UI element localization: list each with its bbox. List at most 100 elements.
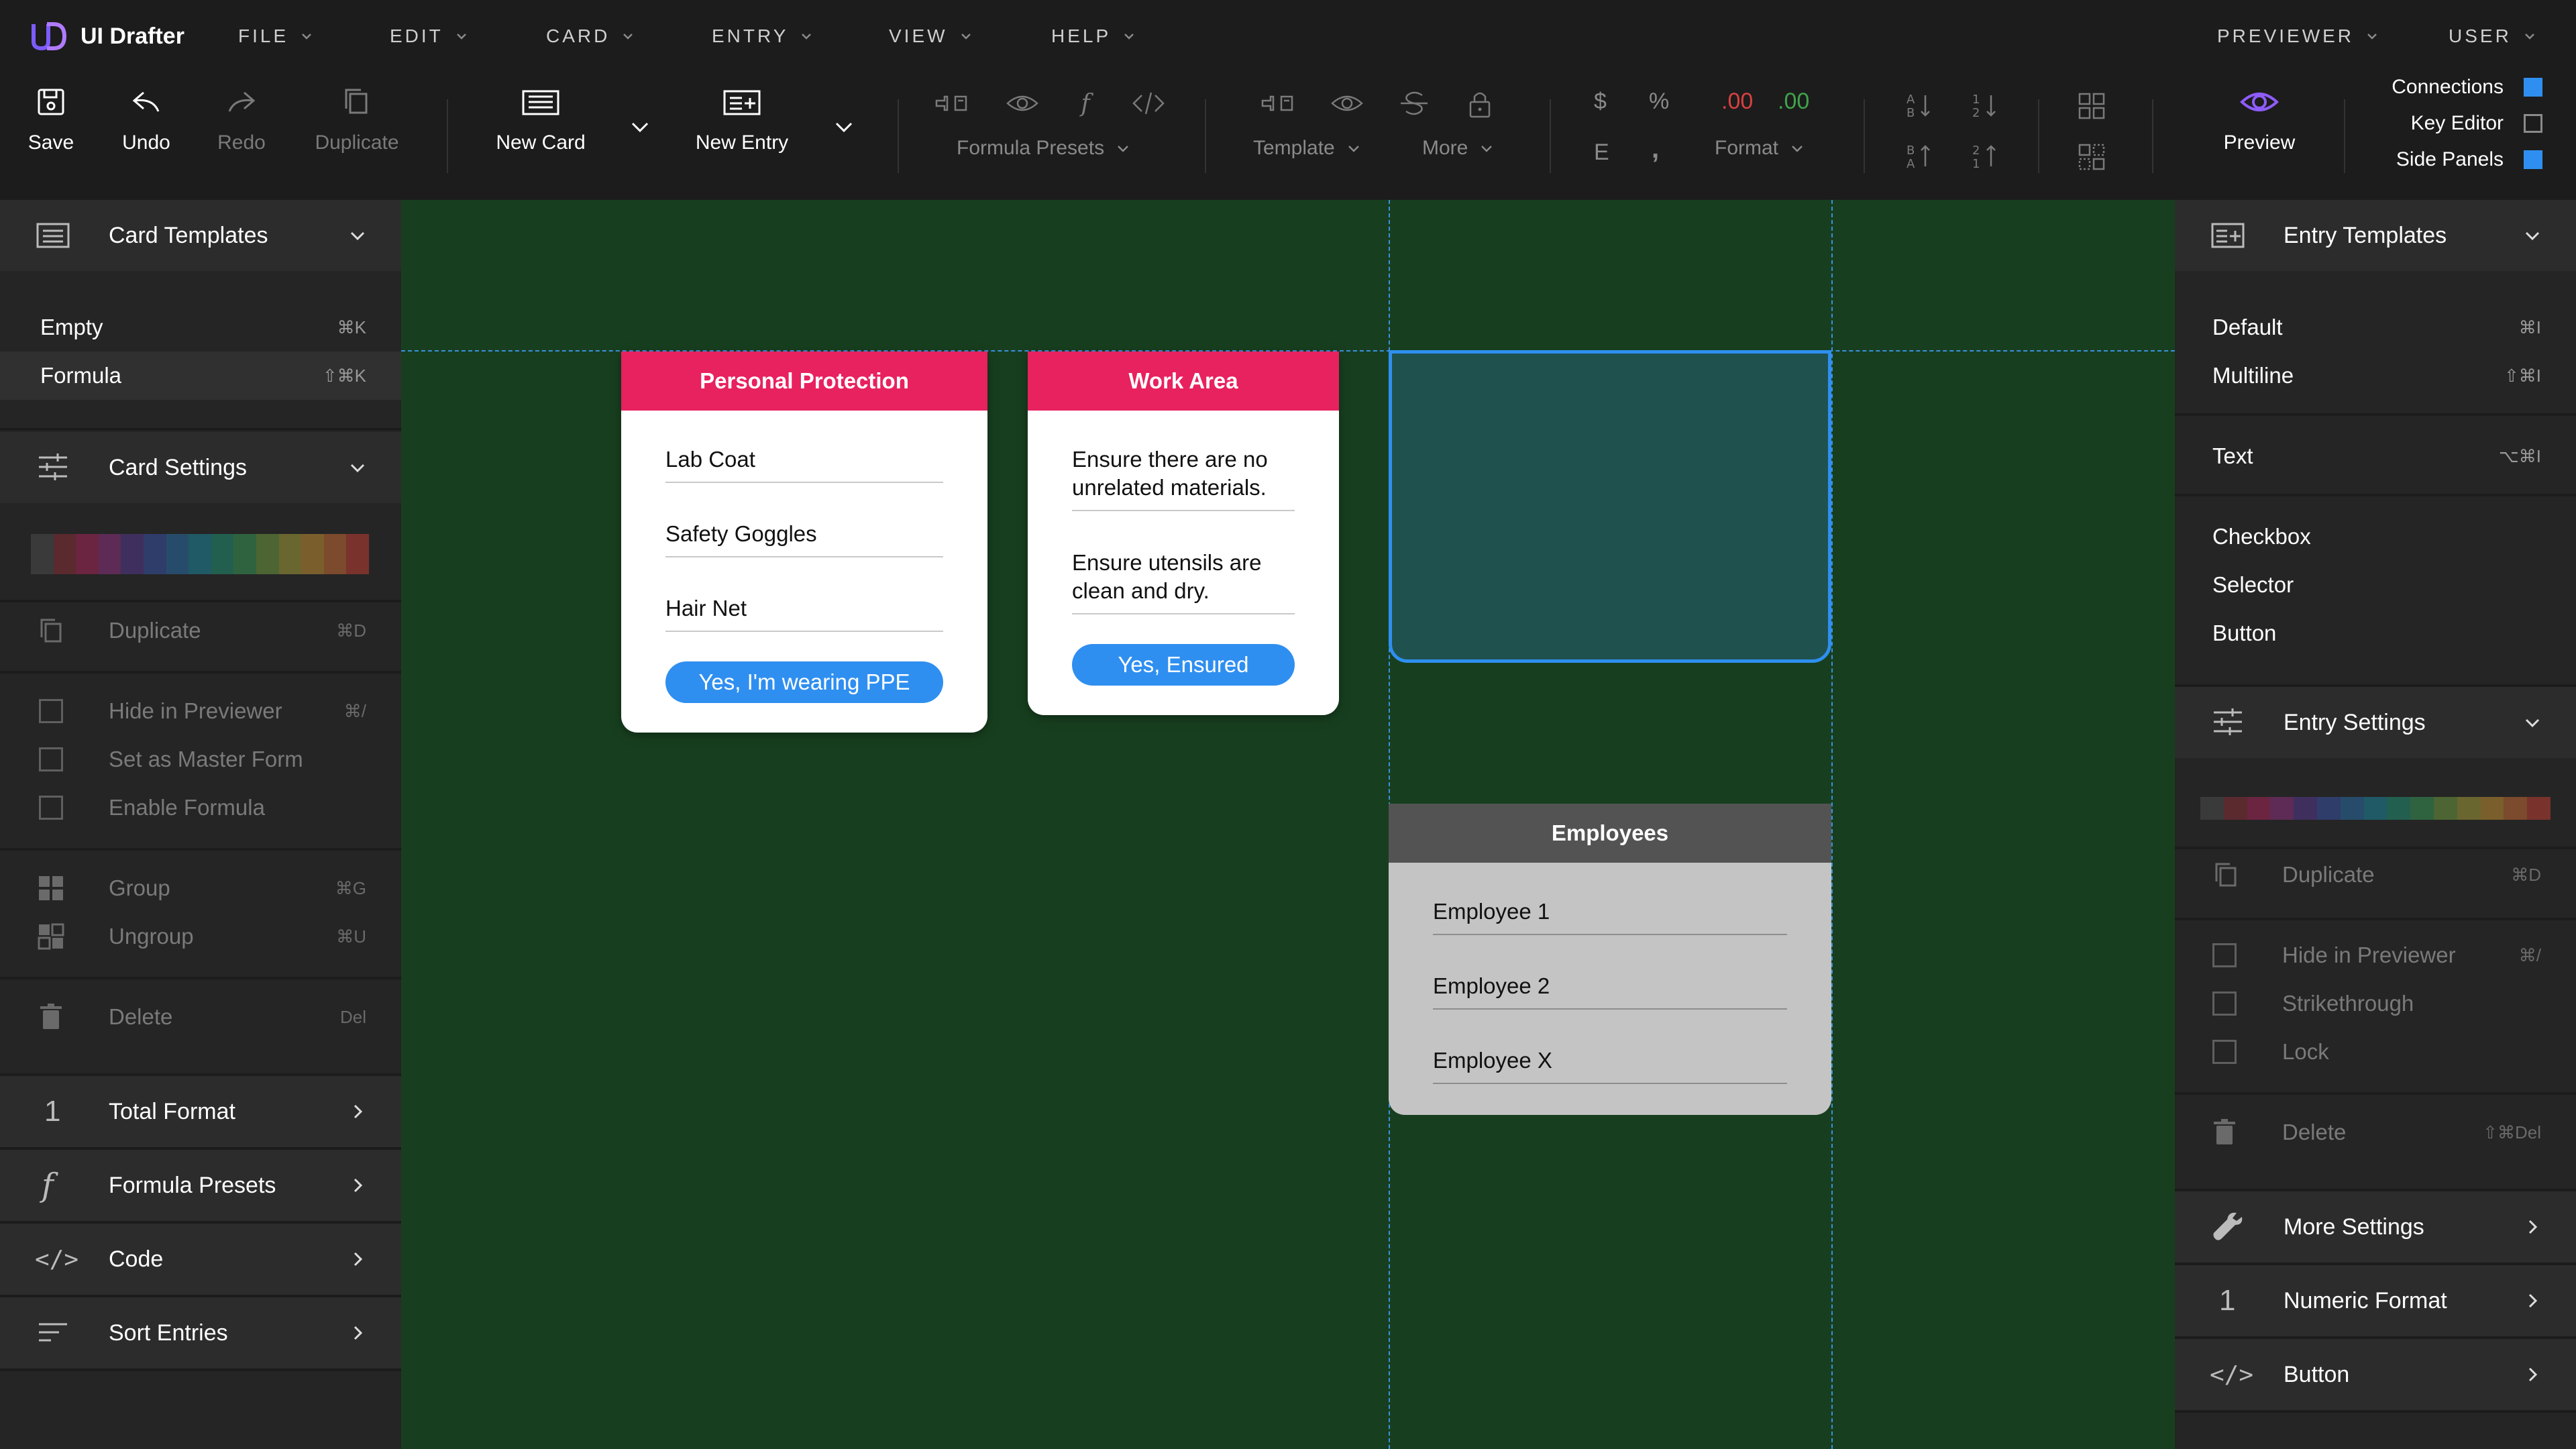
currency-format-button[interactable]: $ bbox=[1594, 89, 1607, 115]
color-swatch[interactable] bbox=[189, 534, 211, 574]
lock-checkbox[interactable] bbox=[2212, 1040, 2237, 1064]
entry-hide-in-previewer-checkbox[interactable] bbox=[2212, 943, 2237, 967]
ungroup-row[interactable]: Ungroup ⌘U bbox=[0, 912, 401, 961]
numeric-format-link[interactable]: 1 Numeric Format bbox=[2175, 1265, 2576, 1336]
entry-template-checkbox[interactable]: Checkbox bbox=[2175, 513, 2576, 561]
color-swatch[interactable] bbox=[2457, 797, 2481, 820]
redo-button[interactable]: Redo bbox=[216, 82, 267, 154]
card-template-empty[interactable]: Empty ⌘K bbox=[0, 303, 401, 352]
card-title[interactable]: Employees bbox=[1389, 804, 1831, 863]
undo-button[interactable]: Undo bbox=[118, 82, 174, 154]
card-title[interactable]: Personal Protection bbox=[621, 352, 987, 411]
side-panels-toggle[interactable]: Side Panels bbox=[2396, 145, 2542, 174]
new-card-dropdown-icon[interactable] bbox=[629, 117, 651, 138]
entry-item[interactable]: Lab Coat bbox=[665, 445, 943, 483]
key-editor-toggle[interactable]: Key Editor bbox=[2411, 109, 2542, 138]
sort-alpha-desc-icon[interactable]: B A bbox=[1900, 140, 1935, 174]
entry-hide-in-previewer-row[interactable]: Hide in Previewer ⌘/ bbox=[2175, 931, 2576, 979]
color-swatch[interactable] bbox=[2527, 797, 2551, 820]
template-dropdown[interactable]: Template bbox=[1253, 137, 1360, 160]
color-swatch[interactable] bbox=[143, 534, 166, 574]
button-settings-link[interactable]: </> Button bbox=[2175, 1339, 2576, 1410]
color-swatch[interactable] bbox=[2200, 797, 2224, 820]
entry-duplicate-row[interactable]: Duplicate ⌘D bbox=[2175, 851, 2576, 899]
menu-previewer[interactable]: PREVIEWER bbox=[2217, 21, 2378, 51]
menu-entry[interactable]: ENTRY bbox=[712, 21, 812, 51]
lock-icon[interactable] bbox=[1462, 86, 1497, 121]
connections-toggle[interactable]: Connections bbox=[2392, 72, 2542, 102]
hide-in-previewer-row[interactable]: Hide in Previewer ⌘/ bbox=[0, 687, 401, 735]
entry-template-text[interactable]: Text ⌥⌘I bbox=[2175, 432, 2576, 480]
thousands-separator-button[interactable]: , bbox=[1652, 134, 1659, 164]
card-employees[interactable]: Employees Employee 1 Employee 2 Employee… bbox=[1389, 804, 1831, 1115]
ungroup-icon[interactable] bbox=[2074, 140, 2109, 174]
card-color-palette[interactable] bbox=[31, 534, 369, 574]
strikethrough-icon[interactable] bbox=[1397, 86, 1432, 121]
entry-template-multiline[interactable]: Multiline ⇧⌘I bbox=[2175, 352, 2576, 400]
menu-card[interactable]: CARD bbox=[546, 21, 634, 51]
empty-card-selected[interactable] bbox=[1389, 350, 1831, 663]
entry-template-selector[interactable]: Selector bbox=[2175, 561, 2576, 609]
set-master-form-row[interactable]: Set as Master Form bbox=[0, 735, 401, 784]
color-swatch[interactable] bbox=[166, 534, 189, 574]
sort-numeric-asc-icon[interactable]: 1 2 bbox=[1966, 89, 2000, 123]
confirm-ppe-button[interactable]: Yes, I'm wearing PPE bbox=[665, 661, 943, 703]
more-settings-link[interactable]: More Settings bbox=[2175, 1191, 2576, 1263]
color-swatch[interactable] bbox=[2410, 797, 2434, 820]
color-swatch[interactable] bbox=[211, 534, 234, 574]
card-templates-header[interactable]: Card Templates bbox=[0, 200, 401, 271]
entry-template-button[interactable]: Button bbox=[2175, 609, 2576, 657]
card-work-area[interactable]: Work Area Ensure there are no unrelated … bbox=[1028, 352, 1339, 715]
color-swatch[interactable] bbox=[256, 534, 279, 574]
new-entry-button[interactable]: New Entry bbox=[691, 82, 793, 154]
set-master-form-checkbox[interactable] bbox=[39, 747, 63, 771]
preview-button[interactable]: Preview bbox=[2211, 82, 2308, 154]
total-format-link[interactable]: 1 Total Format bbox=[0, 1076, 401, 1147]
color-swatch[interactable] bbox=[346, 534, 369, 574]
template-link-icon[interactable] bbox=[1260, 86, 1295, 121]
entry-item[interactable]: Employee 1 bbox=[1433, 898, 1787, 935]
color-swatch[interactable] bbox=[2504, 797, 2528, 820]
color-swatch[interactable] bbox=[53, 534, 76, 574]
entry-item[interactable]: Employee X bbox=[1433, 1046, 1787, 1084]
code-icon[interactable] bbox=[1131, 86, 1166, 121]
formula-icon[interactable]: f bbox=[1068, 86, 1103, 121]
color-swatch[interactable] bbox=[323, 534, 347, 574]
color-swatch[interactable] bbox=[2247, 797, 2271, 820]
color-swatch[interactable] bbox=[2316, 797, 2341, 820]
card-duplicate-row[interactable]: Duplicate ⌘D bbox=[0, 606, 401, 655]
hide-in-previewer-checkbox[interactable] bbox=[39, 699, 63, 723]
sort-entries-link[interactable]: Sort Entries bbox=[0, 1297, 401, 1368]
percent-format-button[interactable]: % bbox=[1649, 89, 1669, 115]
card-title[interactable]: Work Area bbox=[1028, 352, 1339, 411]
color-swatch[interactable] bbox=[2433, 797, 2457, 820]
color-swatch[interactable] bbox=[2387, 797, 2411, 820]
menu-view[interactable]: VIEW bbox=[889, 21, 972, 51]
link-icon[interactable] bbox=[934, 86, 969, 121]
menu-user[interactable]: USER bbox=[2449, 21, 2536, 51]
color-swatch[interactable] bbox=[2340, 797, 2364, 820]
group-row[interactable]: Group ⌘G bbox=[0, 864, 401, 912]
sort-alpha-asc-icon[interactable]: A B bbox=[1900, 89, 1935, 123]
confirm-ensured-button[interactable]: Yes, Ensured bbox=[1072, 644, 1295, 686]
entry-item[interactable]: Hair Net bbox=[665, 594, 943, 632]
card-template-formula[interactable]: Formula ⇧⌘K bbox=[0, 352, 401, 400]
enable-formula-row[interactable]: Enable Formula bbox=[0, 784, 401, 832]
formula-presets-dropdown[interactable]: Formula Presets bbox=[957, 137, 1130, 160]
color-swatch[interactable] bbox=[2294, 797, 2317, 820]
entry-item[interactable]: Safety Goggles bbox=[665, 520, 943, 557]
card-personal-protection[interactable]: Personal Protection Lab Coat Safety Gogg… bbox=[621, 352, 987, 733]
color-swatch[interactable] bbox=[2270, 797, 2294, 820]
new-entry-dropdown-icon[interactable] bbox=[833, 117, 855, 138]
group-icon[interactable] bbox=[2074, 89, 2109, 123]
sort-numeric-desc-icon[interactable]: 2 1 bbox=[1966, 140, 2000, 174]
strikethrough-row[interactable]: Strikethrough bbox=[2175, 979, 2576, 1028]
new-card-button[interactable]: New Card bbox=[491, 82, 590, 154]
save-button[interactable]: Save bbox=[27, 82, 75, 154]
template-eye-icon[interactable] bbox=[1330, 86, 1364, 121]
menu-help[interactable]: HELP bbox=[1051, 21, 1135, 51]
side-panels-checkbox[interactable] bbox=[2524, 150, 2542, 169]
entry-item[interactable]: Ensure utensils are clean and dry. bbox=[1072, 549, 1295, 614]
format-dropdown[interactable]: Format bbox=[1715, 137, 1804, 160]
duplicate-button[interactable]: Duplicate bbox=[309, 82, 405, 154]
